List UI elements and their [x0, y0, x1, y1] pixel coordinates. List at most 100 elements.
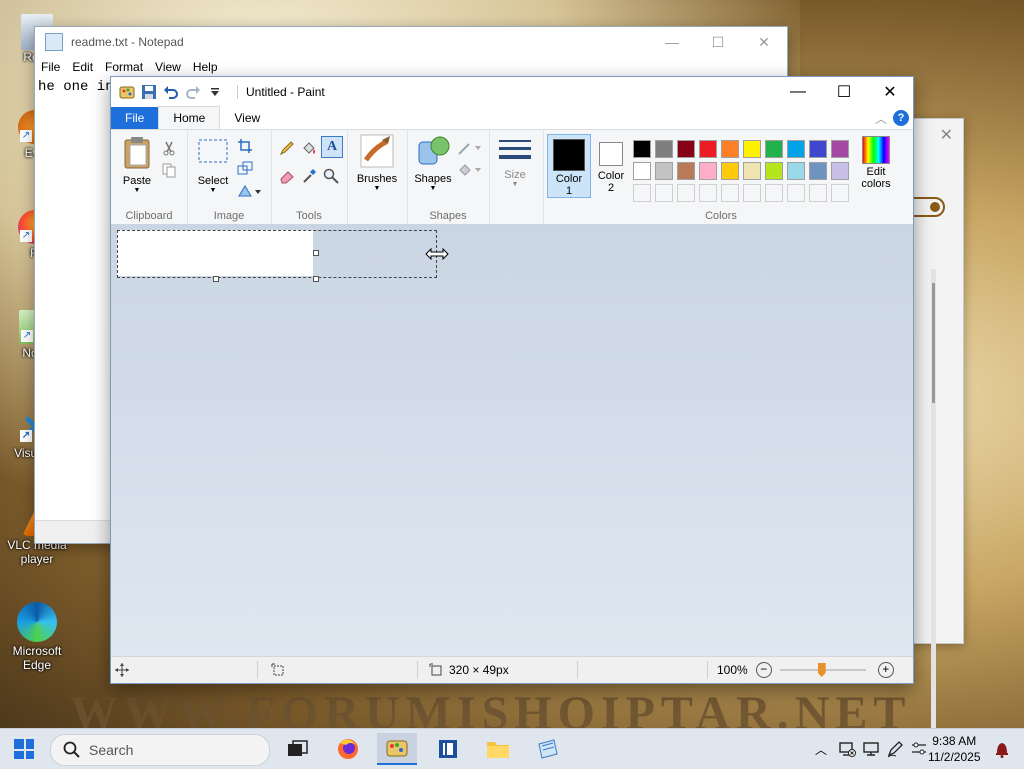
color-swatch[interactable] — [743, 140, 761, 158]
color-swatch[interactable] — [633, 140, 651, 158]
paint-taskbar-icon[interactable] — [377, 733, 417, 765]
color-swatch[interactable] — [765, 184, 783, 202]
color-swatch[interactable] — [787, 162, 805, 180]
redo-icon[interactable] — [183, 82, 203, 102]
minimize-icon[interactable]: — — [775, 77, 821, 107]
start-icon[interactable] — [14, 739, 34, 759]
display-icon[interactable] — [862, 740, 880, 758]
color-swatch[interactable] — [787, 140, 805, 158]
size-button[interactable]: Size ▼ — [495, 138, 535, 188]
canvas-resize-handle[interactable] — [213, 276, 219, 282]
cut-icon[interactable] — [161, 140, 177, 156]
menu-view[interactable]: View — [155, 60, 181, 74]
color-swatch[interactable] — [721, 162, 739, 180]
color-swatch[interactable] — [743, 162, 761, 180]
maximize-icon[interactable]: ☐ — [695, 34, 741, 51]
pencil-icon[interactable] — [279, 140, 295, 156]
crop-icon[interactable] — [237, 138, 253, 154]
task-view-icon[interactable] — [278, 733, 318, 765]
color1-button[interactable]: Color 1 — [547, 134, 591, 198]
select-button[interactable]: Select ▼ — [191, 136, 235, 194]
tab-home[interactable]: Home — [158, 106, 221, 129]
color-swatch[interactable] — [699, 162, 717, 180]
color-swatch[interactable] — [655, 184, 673, 202]
tab-file[interactable]: File — [111, 107, 159, 129]
outline-icon[interactable] — [457, 140, 481, 156]
color-swatch[interactable] — [677, 140, 695, 158]
color-swatch[interactable] — [655, 162, 673, 180]
canvas-resize-handle[interactable] — [313, 250, 319, 256]
color-swatch[interactable] — [633, 162, 651, 180]
color-swatch[interactable] — [787, 184, 805, 202]
fill-icon[interactable] — [301, 140, 317, 156]
color-swatch[interactable] — [831, 140, 849, 158]
color-swatch[interactable] — [743, 184, 761, 202]
color-swatch[interactable] — [677, 184, 695, 202]
color-swatch[interactable] — [809, 162, 827, 180]
notification-bell-icon[interactable] — [994, 740, 1010, 758]
color-swatch[interactable] — [655, 140, 673, 158]
canvas-workspace[interactable] — [111, 224, 913, 657]
minimize-icon[interactable]: — — [649, 34, 695, 51]
shapes-button[interactable]: Shapes ▼ — [411, 134, 455, 192]
search-box[interactable]: Search — [50, 734, 270, 766]
edit-colors-button[interactable]: Edit colors — [855, 136, 897, 190]
rotate-icon[interactable] — [237, 182, 261, 198]
text-icon[interactable]: A — [321, 136, 343, 158]
network-icon[interactable] — [838, 740, 856, 758]
paint-titlebar[interactable]: Untitled - Paint — ☐ ✕ — [111, 77, 913, 107]
settings-sliders-icon[interactable] — [910, 740, 928, 758]
color-swatch[interactable] — [809, 140, 827, 158]
close-icon[interactable]: ✕ — [867, 77, 913, 107]
horizontal-scrollbar[interactable] — [35, 520, 111, 543]
color-picker-icon[interactable] — [301, 168, 317, 184]
reader-taskbar-icon[interactable] — [428, 733, 468, 765]
eraser-icon[interactable] — [279, 168, 295, 184]
color-swatch[interactable] — [831, 162, 849, 180]
clock[interactable]: 9:38 AM 11/2/2025 — [928, 733, 981, 765]
zoom-slider[interactable] — [779, 663, 866, 677]
firefox-taskbar-icon[interactable] — [328, 733, 368, 765]
zoom-in-button[interactable]: + — [877, 662, 894, 678]
close-icon[interactable]: ✕ — [940, 125, 953, 145]
color-swatch[interactable] — [765, 140, 783, 158]
color-swatch[interactable] — [633, 184, 651, 202]
resize-icon[interactable] — [237, 160, 253, 176]
color-swatch[interactable] — [721, 184, 739, 202]
tab-view[interactable]: View — [220, 107, 274, 129]
paint-app-icon[interactable] — [117, 82, 137, 102]
collapse-ribbon-icon[interactable]: ︿ — [875, 110, 887, 127]
undo-icon[interactable] — [161, 82, 181, 102]
color-swatch[interactable] — [721, 140, 739, 158]
brushes-button[interactable]: Brushes ▼ — [353, 134, 401, 192]
canvas-resize-handle[interactable] — [313, 276, 319, 282]
color-swatch[interactable] — [699, 184, 717, 202]
scrollbar[interactable] — [931, 269, 936, 739]
color2-button[interactable]: Color 2 — [591, 134, 631, 196]
color-swatch[interactable] — [765, 162, 783, 180]
menu-help[interactable]: Help — [193, 60, 218, 74]
menu-file[interactable]: File — [41, 60, 60, 74]
desktop-icon-edge[interactable]: Microsoft Edge — [2, 602, 72, 672]
show-hidden-icons[interactable]: ︿ — [812, 741, 830, 758]
color-swatch[interactable] — [809, 184, 827, 202]
color-swatch[interactable] — [831, 184, 849, 202]
copy-icon[interactable] — [161, 162, 177, 178]
notepad-taskbar-icon[interactable] — [528, 733, 568, 765]
customize-toolbar-dropdown-icon[interactable] — [205, 82, 225, 102]
zoom-out-button[interactable]: − — [755, 662, 772, 678]
color-swatch[interactable] — [677, 162, 695, 180]
close-icon[interactable]: ✕ — [741, 34, 787, 51]
notepad-titlebar[interactable]: readme.txt - Notepad — ☐ ✕ — [35, 27, 787, 57]
maximize-icon[interactable]: ☐ — [821, 77, 867, 107]
magnifier-icon[interactable] — [323, 168, 339, 184]
file-explorer-icon[interactable] — [478, 733, 518, 765]
zoom-slider-thumb[interactable] — [817, 663, 826, 677]
help-icon[interactable]: ? — [893, 110, 909, 126]
color-swatch[interactable] — [699, 140, 717, 158]
pen-icon[interactable] — [886, 740, 904, 758]
paste-button[interactable]: Paste ▼ — [117, 136, 157, 194]
save-icon[interactable] — [139, 82, 159, 102]
fill-shape-icon[interactable] — [457, 162, 481, 178]
menu-edit[interactable]: Edit — [72, 60, 93, 74]
